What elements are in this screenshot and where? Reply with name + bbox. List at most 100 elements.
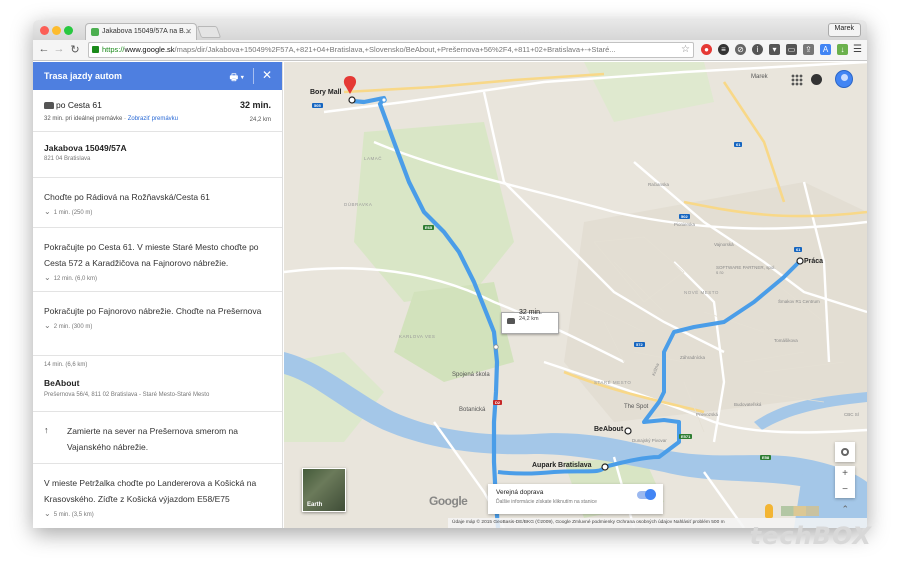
origin-block[interactable]: Jakabova 15049/57A 821 04 Bratislava (33, 132, 282, 178)
show-traffic-link[interactable]: Zobraziť premávku (128, 116, 178, 122)
praca-label[interactable]: Práca (804, 258, 823, 265)
route-traffic-note: 32 min. pri ideálnej premávke · (44, 116, 128, 122)
browser-toolbar: ← → ↻ https://www.google.sk/maps/dir/Jak… (33, 40, 867, 61)
directions-header: Trasa jazdy autom 🖶 ▾ ✕ (33, 62, 282, 90)
bookmark-star-icon[interactable]: ☆ (681, 43, 690, 57)
techbox-watermark: techBOX (749, 522, 872, 550)
zoom-in-button[interactable]: + (835, 466, 855, 482)
pionierska-label: Pionierska (674, 222, 696, 227)
step-text: V mieste Petržalka choďte po Landererova… (44, 478, 257, 504)
smakov-label[interactable]: Šmakov R1 Centrum (778, 299, 820, 304)
arrow-up-icon: ↑ (44, 425, 49, 435)
step-text: Pokračujte po Fajnorovo nábrežie. Choďte… (44, 306, 262, 316)
route-box-time: 32 min. (519, 309, 542, 316)
close-icon[interactable]: ✕ (262, 68, 272, 82)
adblock-extension-icon[interactable]: ● (701, 44, 712, 55)
maximize-window-button[interactable] (64, 26, 73, 35)
cbc-label[interactable]: CBC Sl (844, 412, 859, 417)
step-text: Choďte po Rádiová na Rožňavská/Cesta 61 (44, 192, 210, 202)
reload-icon[interactable]: ↻ (68, 43, 82, 56)
aupark-marker[interactable] (601, 463, 609, 471)
budovatelska-label: Budovateľská (734, 402, 762, 407)
direction-step[interactable]: V mieste Petržalka choďte po Landererova… (33, 464, 282, 528)
software-partner-label[interactable]: SOFTWARE PARTNER, spol. s ro (716, 265, 776, 275)
zoom-out-button[interactable]: − (835, 482, 855, 498)
praca-marker[interactable] (796, 257, 804, 265)
step-distance[interactable]: 1 min. (250 m) (44, 207, 271, 216)
dunajsky-pivovar-label[interactable]: Dunajský Pivovar (632, 438, 667, 443)
buffer-extension-icon[interactable]: ≡ (718, 44, 729, 55)
direction-step[interactable]: Pokračujte po Fajnorovo nábrežie. Choďte… (33, 292, 282, 356)
step-distance[interactable]: 12 min. (6,0 km) (44, 273, 271, 282)
address-bar[interactable]: https://www.google.sk/maps/dir/Jakabova+… (88, 42, 694, 58)
beabout-label[interactable]: BeAbout (594, 426, 623, 433)
racianska-label: Račianska (648, 182, 670, 187)
direction-step[interactable]: Pokračujte po Cesta 61. V mieste Staré M… (33, 228, 282, 292)
info-extension-icon[interactable]: i (752, 44, 763, 55)
tab-close-icon[interactable]: ✕ (185, 27, 192, 36)
route-box-distance: 24,2 km (519, 316, 539, 322)
download-extension-icon[interactable]: ↓ (837, 44, 848, 55)
step-text: Pokračujte po Cesta 61. V mieste Staré M… (44, 242, 259, 268)
direction-step[interactable]: ↑ Zamierte na sever na Prešernova smerom… (33, 412, 282, 464)
google-logo: Google (429, 494, 468, 508)
browser-tab[interactable]: Jakabova 15049/57A na B... ✕ (85, 23, 197, 40)
forward-icon[interactable]: → (52, 43, 66, 55)
avatar[interactable] (835, 70, 853, 88)
new-tab-button[interactable] (196, 26, 222, 38)
road-shield-e571: E571 (679, 434, 693, 439)
road-shield-61b: 61 (734, 142, 743, 147)
profile-button[interactable]: Marek (827, 23, 861, 37)
browser-menu-icon[interactable]: ☰ (853, 44, 862, 55)
url-path: /maps/dir/Jakabova+15049%2F57A,+821+04+B… (174, 45, 616, 54)
transit-card[interactable]: Verejná doprava Ďalšie informácie získat… (488, 484, 663, 514)
route-summary[interactable]: po Cesta 61 32 min. 32 min. pri ideálnej… (33, 90, 282, 132)
earth-toggle[interactable]: Earth (302, 468, 346, 512)
browser-window: Jakabova 15049/57A na B... ✕ Marek ← → ↻… (33, 20, 867, 528)
step-distance[interactable]: 5 min. (3,5 km) (44, 509, 271, 518)
car-icon (507, 318, 515, 324)
stare-mesto-area: STARÉ MESTO (594, 380, 632, 385)
speed-extension-icon[interactable]: ⊘ (735, 44, 746, 55)
origin-name: Jakabova 15049/57A (44, 143, 127, 153)
route-info-box[interactable]: 32 min. 24,2 km (501, 309, 559, 334)
road-shield-d2: D2 (493, 400, 503, 405)
imagery-thumbnails[interactable] (781, 506, 819, 516)
lamac-area: LAMAČ (364, 156, 383, 161)
close-window-button[interactable] (40, 26, 49, 35)
translate-extension-icon[interactable]: A (820, 44, 831, 55)
bory-mall-label[interactable]: Bory Mall (310, 89, 342, 96)
minimize-window-button[interactable] (52, 26, 61, 35)
transit-toggle[interactable] (637, 489, 656, 500)
the-spot-label[interactable]: The Spot (624, 404, 648, 410)
aupark-label[interactable]: Aupark Bratislava (532, 462, 592, 469)
marek-label: Marek (751, 74, 768, 80)
transit-subtitle: Ďalšie informácie získate kliknutím na s… (496, 499, 597, 505)
cast-extension-icon[interactable]: ▭ (786, 44, 797, 55)
step-text: Zamierte na sever na Prešernova smerom n… (67, 426, 239, 452)
step-distance[interactable]: 2 min. (300 m) (44, 321, 271, 330)
origin-marker[interactable] (348, 96, 356, 104)
url-scheme: https:// (102, 45, 125, 54)
pegman-icon[interactable] (765, 504, 773, 518)
apps-grid-icon[interactable] (791, 74, 803, 86)
notifications-icon[interactable] (811, 74, 822, 85)
map-canvas[interactable]: Bory Mall Marek Práca SOFTWARE PARTNER, … (284, 62, 867, 528)
pocket-extension-icon[interactable]: ▾ (769, 44, 780, 55)
direction-step[interactable]: Choďte po Rádiová na Rožňavská/Cesta 61 … (33, 178, 282, 228)
page-content: Trasa jazdy autom 🖶 ▾ ✕ po Cesta 61 32 m… (33, 62, 867, 528)
header-divider (253, 68, 254, 84)
my-location-button[interactable] (835, 442, 855, 462)
locate-icon (841, 448, 849, 456)
spojena-skola-label[interactable]: Spojená škola (452, 372, 490, 378)
back-icon[interactable]: ← (37, 43, 51, 55)
share-extension-icon[interactable]: ⇪ (803, 44, 814, 55)
expand-icon[interactable]: ⌃ (841, 504, 849, 515)
tomasikova-label: Tomášikova (774, 338, 798, 343)
print-icon[interactable]: 🖶 ▾ (230, 70, 244, 86)
tab-title: Jakabova 15049/57A na B... (102, 28, 190, 35)
zoom-control: + − (835, 466, 855, 498)
destination-block[interactable]: BeAbout Prešernova 56/4, 811 02 Bratisla… (33, 372, 282, 412)
vajnorska-label: Vajnorská (714, 242, 734, 247)
destination-marker[interactable] (624, 427, 632, 435)
